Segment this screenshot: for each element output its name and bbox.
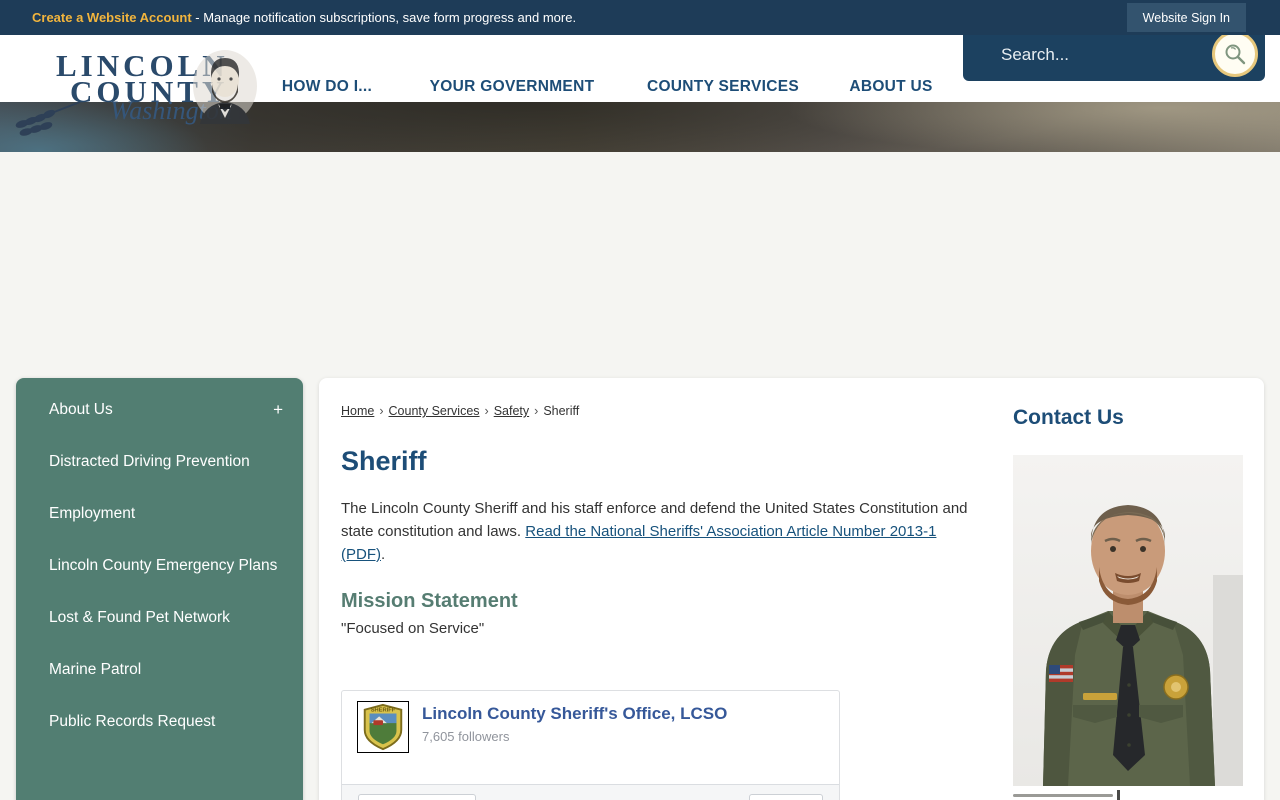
cut-off-text-fragment — [1013, 790, 1133, 800]
breadcrumb-home[interactable]: Home — [341, 404, 374, 418]
alert-message: - Manage notification subscriptions, sav… — [191, 10, 577, 25]
svg-text:SHERIFF: SHERIFF — [371, 708, 396, 714]
website-sign-in-button[interactable]: Website Sign In — [1126, 3, 1246, 32]
breadcrumb-separator: › — [484, 404, 489, 418]
sidebar-item-employment[interactable]: Employment — [16, 488, 303, 540]
search-button[interactable] — [1212, 31, 1258, 77]
sidebar-item-about-us[interactable]: About Us + — [16, 384, 303, 436]
breadcrumb-separator: › — [379, 404, 384, 418]
nav-your-government[interactable]: YOUR GOVERNMENT — [430, 78, 595, 96]
page-title: Sheriff — [341, 446, 427, 476]
contact-us-heading: Contact Us — [1013, 406, 1124, 429]
sidebar-item-public-records[interactable]: Public Records Request — [16, 696, 303, 748]
nav-how-do-i[interactable]: HOW DO I... — [282, 78, 372, 96]
sidebar-item-label: About Us — [49, 401, 113, 418]
breadcrumb: Home › County Services › Safety › Sheriff — [341, 404, 579, 418]
sidebar-item-marine-patrol[interactable]: Marine Patrol — [16, 644, 303, 696]
page: LINCOLN COUNTY Washington HOW DO I... YO… — [0, 0, 1280, 800]
follow-page-button[interactable]: f Follow Page — [358, 794, 476, 800]
nav-county-services[interactable]: COUNTY SERVICES — [647, 78, 799, 96]
lincoln-portrait-icon — [193, 50, 257, 124]
breadcrumb-county-services[interactable]: County Services — [389, 404, 480, 418]
search-box — [963, 28, 1265, 81]
create-account-link[interactable]: Create a Website Account — [32, 10, 192, 25]
mission-statement-heading: Mission Statement — [341, 590, 518, 612]
sidebar-item-pet-network[interactable]: Lost & Found Pet Network — [16, 592, 303, 644]
mission-quote: "Focused on Service" — [341, 620, 485, 637]
alert-bar: Create a Website Account - Manage notifi… — [0, 0, 1280, 35]
sheriff-photo — [1013, 455, 1243, 786]
site-header: LINCOLN COUNTY Washington HOW DO I... YO… — [0, 28, 1280, 136]
alert-bar-text: Create a Website Account - Manage notifi… — [32, 10, 576, 25]
facebook-action-bar: f Follow Page ➦ Share — [342, 784, 839, 800]
nav-about-us[interactable]: ABOUT US — [849, 78, 932, 96]
breadcrumb-separator: › — [534, 404, 539, 418]
sidebar-item-emergency-plans[interactable]: Lincoln County Emergency Plans — [16, 540, 303, 592]
facebook-followers-count: 7,605 followers — [422, 729, 510, 744]
facebook-page-embed: SHERIFF Lincoln County Sheriff's Office,… — [341, 690, 840, 800]
facebook-page-name-link[interactable]: Lincoln County Sheriff's Office, LCSO — [422, 704, 727, 724]
sheriff-badge-icon[interactable]: SHERIFF — [357, 701, 409, 753]
share-button[interactable]: ➦ Share — [748, 794, 823, 800]
intro-paragraph: The Lincoln County Sheriff and his staff… — [341, 497, 973, 566]
expand-plus-icon[interactable]: + — [273, 397, 283, 423]
sidebar-menu: About Us + Distracted Driving Prevention… — [16, 378, 303, 800]
sidebar-item-distracted-driving[interactable]: Distracted Driving Prevention — [16, 436, 303, 488]
intro-period: . — [381, 546, 386, 563]
magnifier-icon — [1225, 44, 1246, 65]
breadcrumb-current: Sheriff — [543, 404, 580, 418]
breadcrumb-safety[interactable]: Safety — [494, 404, 529, 418]
content-card: Home › County Services › Safety › Sheriff Sher… — [319, 378, 1264, 800]
